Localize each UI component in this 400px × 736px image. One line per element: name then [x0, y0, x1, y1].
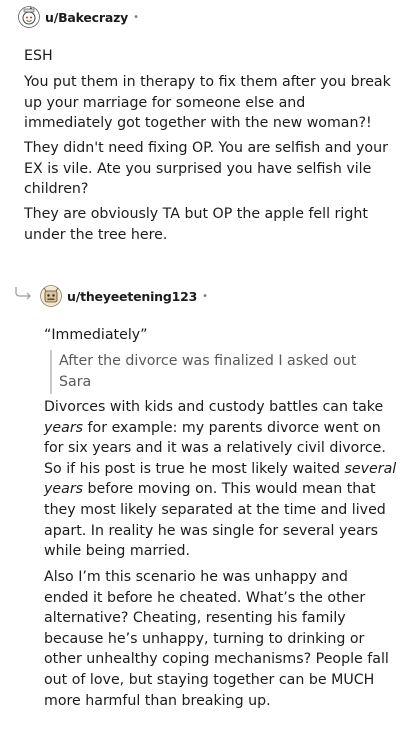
italic-text: several	[344, 460, 397, 477]
paragraph-line: They didn't need fixing OP. You are self…	[24, 140, 388, 156]
italic-text: years	[44, 481, 84, 498]
paragraph-line: apart. In reality he was single for seve…	[44, 522, 379, 539]
paragraph-line: alternative? Cheating, resenting his fam…	[44, 610, 346, 627]
blockquote-bar	[50, 350, 52, 394]
separator-dot: •	[202, 290, 209, 302]
user-avatar[interactable]	[18, 6, 40, 28]
text-span: for example: my parents divorce went on	[83, 419, 381, 436]
paragraph-line: children?	[24, 181, 89, 198]
separator-dot: •	[133, 11, 140, 23]
paragraph-line: out of love, but staying together can be…	[44, 671, 375, 688]
user-avatar[interactable]	[40, 285, 62, 307]
paragraph-line: “Immediately”	[44, 327, 148, 343]
comment-paragraph: ESH	[24, 46, 53, 67]
comment-paragraph: “Immediately”	[44, 325, 148, 346]
text-span: before moving on. This would mean that	[83, 481, 376, 498]
paragraph-line: They are obviously TA but OP the apple f…	[24, 206, 368, 222]
username-link[interactable]: u/Bakecrazy	[45, 10, 128, 25]
paragraph-line: other unhealthy coping mechanisms? Peopl…	[44, 651, 389, 668]
paragraph-line: ended it before he cheated. What’s the o…	[44, 589, 366, 606]
username-link[interactable]: u/theyeetening123	[67, 289, 197, 304]
blockquote: After the divorce was finalized I asked …	[59, 351, 356, 392]
paragraph-line: they most likely separated at the time a…	[44, 501, 386, 518]
paragraph-line: more harmful than breaking up.	[44, 692, 271, 709]
blockquote-line: Sara	[59, 373, 92, 390]
blockquote-line: After the divorce was finalized I asked …	[59, 353, 357, 369]
comment-paragraph: You put them in therapy to fix them afte…	[24, 72, 391, 134]
paragraph-line: immediately got together with the new wo…	[24, 115, 372, 132]
paragraph-line: ESH	[24, 48, 53, 64]
paragraph-line: because he’s unhappy, turning to drinkin…	[44, 630, 365, 647]
paragraph-line: You put them in therapy to fix them afte…	[24, 74, 391, 90]
comment-paragraph: They are obviously TA but OP the apple f…	[24, 204, 368, 245]
paragraph-line: So if his post is true he most likely wa…	[44, 459, 396, 480]
italic-text: years	[44, 419, 84, 436]
paragraph-line: Also I’m this scenario he was unhappy an…	[44, 569, 348, 585]
paragraph-line: years before moving on. This would mean …	[44, 479, 396, 500]
paragraph-line: Divorces with kids and custody battles c…	[44, 399, 384, 415]
comment-paragraph: They didn't need fixing OP. You are self…	[24, 138, 388, 200]
comment-paragraph: Also I’m this scenario he was unhappy an…	[44, 567, 389, 711]
paragraph-line: for six years and it was a relatively ci…	[44, 440, 386, 457]
comment-header: u/theyeetening123 •	[40, 285, 208, 307]
paragraph-line: up your marriage for someone else and	[24, 94, 306, 111]
paragraph-line: while being married.	[44, 543, 191, 560]
reply-thread-arrow-icon	[15, 287, 31, 300]
comment-header: u/Bakecrazy •	[18, 6, 139, 28]
paragraph-line: years for example: my parents divorce we…	[44, 418, 396, 439]
paragraph-line: EX is vile. Ate you surprised you have s…	[24, 160, 372, 177]
text-span: So if his post is true he most likely wa…	[44, 460, 345, 477]
paragraph-line: under the tree here.	[24, 226, 168, 243]
comment-paragraph: Divorces with kids and custody battles c…	[44, 397, 396, 562]
